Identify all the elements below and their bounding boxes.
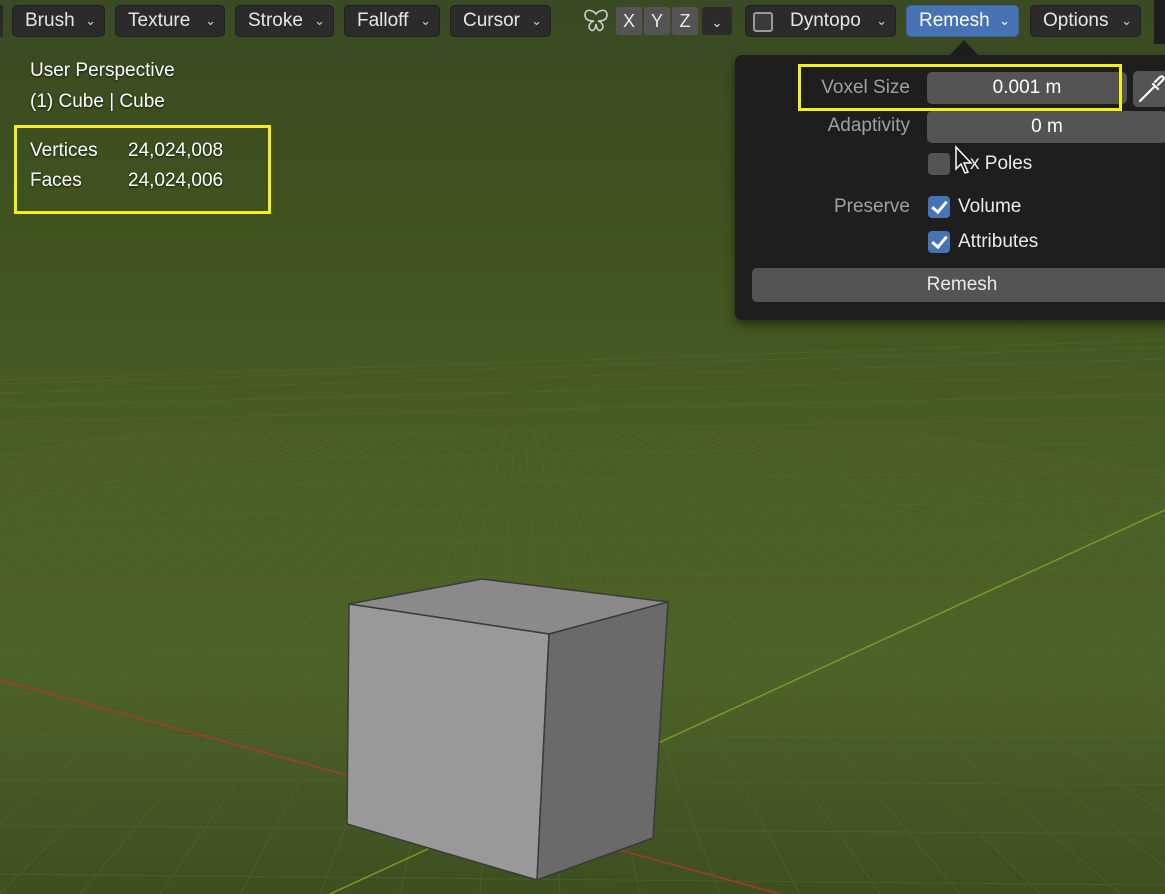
symmetry-butterfly-icon[interactable] [582, 8, 610, 34]
grid-line [0, 430, 266, 498]
cube-front-face [346, 603, 550, 881]
stroke-menu-label: Stroke [248, 10, 303, 31]
remesh-button[interactable]: Remesh [752, 268, 1165, 302]
header-left-edge [0, 5, 3, 37]
view-name: User Perspective [30, 60, 175, 81]
dyntopo-menu[interactable]: Dyntopo ⌄ [745, 5, 896, 37]
cube-object [346, 578, 669, 882]
fix-poles-checkbox[interactable] [928, 153, 950, 175]
grid-line [630, 430, 1165, 738]
volume-label: Volume [958, 196, 1022, 217]
adaptivity-label: Adaptivity [827, 115, 910, 136]
grid-line [0, 393, 1165, 423]
symmetry-dropdown[interactable]: ⌄ [702, 7, 732, 35]
texture-menu-label: Texture [128, 10, 191, 31]
eyedropper-button[interactable] [1133, 71, 1165, 107]
grid-line [851, 430, 1165, 492]
chevron-down-icon: ⌄ [85, 13, 96, 28]
grid-line [0, 430, 343, 554]
options-menu-label: Options [1043, 10, 1109, 31]
falloff-menu-label: Falloff [357, 10, 409, 31]
grid-line [0, 430, 401, 643]
grid-line [668, 430, 1165, 643]
grid-line [0, 500, 1165, 518]
adaptivity-field[interactable]: 0 m [927, 111, 1165, 143]
preserve-label: Preserve [833, 196, 910, 217]
chevron-down-icon: ⌄ [711, 15, 723, 30]
grid-line [0, 430, 285, 509]
volume-checkbox[interactable] [928, 196, 950, 218]
symmetry-x-toggle[interactable]: X [616, 7, 642, 35]
chevron-down-icon: ⌄ [531, 13, 542, 28]
sculpt-header-toolbar: Brush ⌄ Texture ⌄ Stroke ⌄ Falloff ⌄ Cur… [0, 0, 1165, 44]
chevron-down-icon: ⌄ [314, 13, 325, 28]
grid-line [0, 569, 1165, 581]
grid-line [0, 346, 1165, 385]
falloff-menu[interactable]: Falloff ⌄ [344, 5, 440, 37]
grid-line [908, 430, 1165, 474]
dyntopo-label: Dyntopo [790, 10, 861, 31]
grid-line [0, 374, 1165, 407]
grid-line [0, 430, 228, 481]
chevron-down-icon: ⌄ [420, 13, 431, 28]
texture-menu[interactable]: Texture ⌄ [115, 5, 225, 37]
grid-line [0, 873, 1165, 886]
grid-line [735, 430, 1165, 558]
options-menu[interactable]: Options ⌄ [1030, 5, 1141, 37]
grid-line [0, 430, 199, 471]
grid-line [716, 430, 1165, 576]
attributes-label: Attributes [958, 231, 1039, 252]
cube-right-face [536, 601, 669, 882]
cursor-menu[interactable]: Cursor ⌄ [450, 5, 551, 37]
grid-line [0, 430, 237, 485]
grid-line [0, 430, 391, 622]
remesh-menu[interactable]: Remesh ⌄ [906, 5, 1019, 37]
grid-line [610, 430, 1165, 816]
grid-line [649, 430, 1165, 683]
popover-arrow [949, 40, 979, 56]
cursor-menu-label: Cursor [463, 10, 521, 31]
chevron-down-icon: ⌄ [876, 13, 887, 28]
grid-line [879, 430, 1165, 482]
object-name: (1) Cube | Cube [30, 91, 165, 112]
grid-line [0, 430, 218, 478]
grid-line [591, 430, 1121, 894]
eyedropper-icon [1138, 75, 1165, 103]
grid-line [0, 430, 382, 605]
header-right-edge [1154, 0, 1165, 44]
grid-line [0, 430, 372, 590]
fix-poles-label: x Poles [970, 153, 1033, 174]
grid-line [0, 416, 1165, 443]
grid-line [745, 430, 1165, 550]
grid-line [764, 430, 1165, 535]
stats-highlight-box [14, 125, 271, 214]
grid-line [0, 430, 141, 456]
grid-line [0, 430, 324, 536]
symmetry-y-toggle[interactable]: Y [644, 7, 670, 35]
grid-line [0, 430, 353, 565]
grid-line [793, 430, 1165, 518]
grid-line [0, 430, 362, 576]
grid-line [0, 358, 1165, 394]
grid-line [812, 430, 1165, 508]
chevron-down-icon: ⌄ [205, 13, 216, 28]
grid-line [0, 430, 247, 489]
brush-menu-label: Brush [25, 10, 75, 31]
grid-line [0, 430, 209, 474]
remesh-menu-label: Remesh [919, 10, 990, 31]
chevron-down-icon: ⌄ [999, 13, 1010, 28]
brush-menu[interactable]: Brush ⌄ [12, 5, 105, 37]
stroke-menu[interactable]: Stroke ⌄ [235, 5, 334, 37]
grid-line [0, 430, 161, 460]
grid-line [0, 339, 1165, 381]
grid-line [755, 430, 1165, 542]
dyntopo-checkbox[interactable] [753, 12, 773, 32]
mouse-cursor-icon [955, 145, 973, 174]
voxel-size-highlight-box [798, 64, 1122, 111]
attributes-checkbox[interactable] [928, 231, 950, 253]
chevron-down-icon: ⌄ [1121, 13, 1132, 28]
symmetry-z-toggle[interactable]: Z [672, 7, 698, 35]
